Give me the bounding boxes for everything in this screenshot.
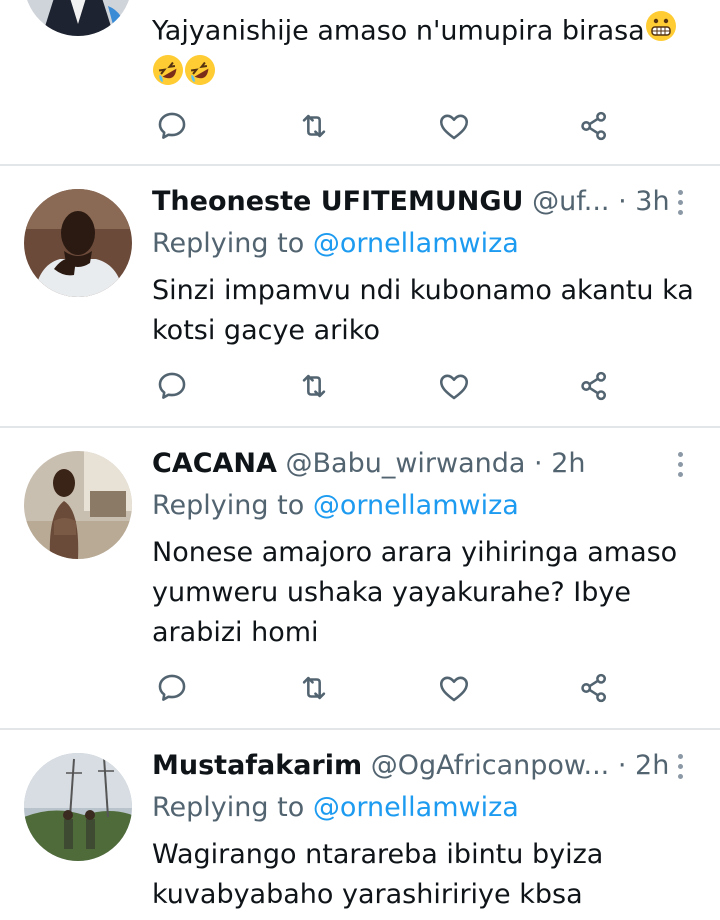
tweet-text-line: yumweru ushaka yayakurahe? Ibye	[152, 577, 631, 608]
tweet-text: Sinzi impamvu ndi kubonamo akantu ka kot…	[152, 271, 697, 351]
like-button[interactable]	[434, 366, 474, 406]
avatar[interactable]	[24, 753, 132, 861]
tweet[interactable]: Yajyanishije amaso n'umupira birasa	[0, 0, 720, 165]
tweet-text-line: Yajyanishije amaso n'umupira birasa	[152, 15, 645, 47]
speech-bubble-icon	[158, 372, 186, 399]
tweet-actions	[152, 366, 622, 406]
replying-to-label: Replying to	[152, 792, 305, 823]
separator-dot: ·	[617, 750, 627, 781]
retweet-button[interactable]	[294, 366, 334, 406]
tweet[interactable]: Mustafakarim @OgAfricanpow... · 2h Reply…	[0, 730, 720, 920]
reply-button[interactable]	[152, 668, 192, 708]
tweet[interactable]: CACANA @Babu_wirwanda · 2h Replying to @…	[0, 428, 720, 728]
rolling-laughing-face-emoji	[152, 54, 184, 98]
user-handle[interactable]: @uf...	[532, 186, 609, 217]
tweet-header: Mustafakarim @OgAfricanpow... · 2h	[152, 746, 669, 786]
share-button[interactable]	[574, 106, 614, 146]
tweet-text: Wagirango ntarareba ibintu byiza kuvabya…	[152, 835, 697, 915]
replying-to-label: Replying to	[152, 490, 305, 521]
share-icon	[581, 371, 607, 401]
tweet-text: Nonese amajoro arara yihiringa amaso yum…	[152, 533, 697, 653]
tweet-text-line: kotsi gacye ariko	[152, 315, 380, 346]
like-button[interactable]	[434, 106, 474, 146]
more-vertical-icon	[677, 753, 683, 759]
more-options-button[interactable]	[668, 444, 692, 484]
user-handle[interactable]: @Babu_wirwanda	[286, 448, 526, 479]
tweet-actions	[152, 668, 622, 708]
retweet-icon	[302, 676, 326, 700]
like-button[interactable]	[434, 668, 474, 708]
share-button[interactable]	[574, 366, 614, 406]
mention-link[interactable]: @ornellamwiza	[313, 792, 519, 823]
tweet-time[interactable]: 2h	[635, 750, 669, 781]
mention-link[interactable]: @ornellamwiza	[313, 228, 519, 259]
user-handle[interactable]: @OgAfricanpow...	[371, 750, 610, 781]
heart-icon	[439, 374, 469, 400]
more-options-button[interactable]	[668, 746, 692, 786]
separator-dot: ·	[534, 448, 543, 479]
more-options-button[interactable]	[668, 182, 692, 222]
retweet-icon	[302, 374, 326, 398]
tweet[interactable]: Theoneste UFITEMUNGU @uf... · 3h Replyin…	[0, 166, 720, 426]
heart-icon	[439, 676, 469, 702]
tweet-text-line: Nonese amajoro arara yihiringa amaso	[152, 537, 678, 568]
tweet-time[interactable]: 2h	[551, 448, 585, 479]
heart-icon	[439, 114, 469, 140]
share-icon	[581, 111, 607, 141]
reply-button[interactable]	[152, 106, 192, 146]
tweet-text-line: Sinzi impamvu ndi kubonamo akantu ka	[152, 275, 694, 306]
display-name[interactable]: CACANA	[152, 448, 277, 479]
share-icon	[581, 673, 607, 703]
tweet-header: Theoneste UFITEMUNGU @uf... · 3h	[152, 182, 670, 222]
share-button[interactable]	[574, 668, 614, 708]
retweet-icon	[302, 114, 326, 138]
tweet-actions	[152, 106, 622, 146]
tweet-time[interactable]: 3h	[635, 186, 669, 217]
tweet-text-line: kuvabyabaho yarashiririye kbsa	[152, 879, 583, 910]
grimacing-face-emoji	[645, 10, 677, 54]
rolling-laughing-face-emoji	[184, 54, 216, 98]
tweet-header: CACANA @Babu_wirwanda · 2h	[152, 444, 586, 484]
speech-bubble-icon	[158, 112, 186, 139]
tweet-text-line: arabizi homi	[152, 617, 319, 648]
replying-to: Replying to @ornellamwiza	[152, 224, 519, 264]
display-name[interactable]: Mustafakarim	[152, 750, 362, 781]
separator-dot: ·	[618, 186, 627, 217]
display-name[interactable]: Theoneste UFITEMUNGU	[152, 186, 523, 217]
retweet-button[interactable]	[294, 668, 334, 708]
avatar[interactable]	[24, 0, 132, 36]
replying-to: Replying to @ornellamwiza	[152, 788, 519, 828]
more-vertical-icon	[677, 451, 683, 457]
mention-link[interactable]: @ornellamwiza	[313, 490, 519, 521]
speech-bubble-icon	[158, 674, 186, 701]
tweet-text-line: Wagirango ntarareba ibintu byiza	[152, 839, 604, 870]
reply-button[interactable]	[152, 366, 192, 406]
replying-to-label: Replying to	[152, 228, 305, 259]
retweet-button[interactable]	[294, 106, 334, 146]
avatar[interactable]	[24, 451, 132, 559]
more-vertical-icon	[677, 189, 683, 195]
avatar[interactable]	[24, 189, 132, 297]
replying-to: Replying to @ornellamwiza	[152, 486, 519, 526]
